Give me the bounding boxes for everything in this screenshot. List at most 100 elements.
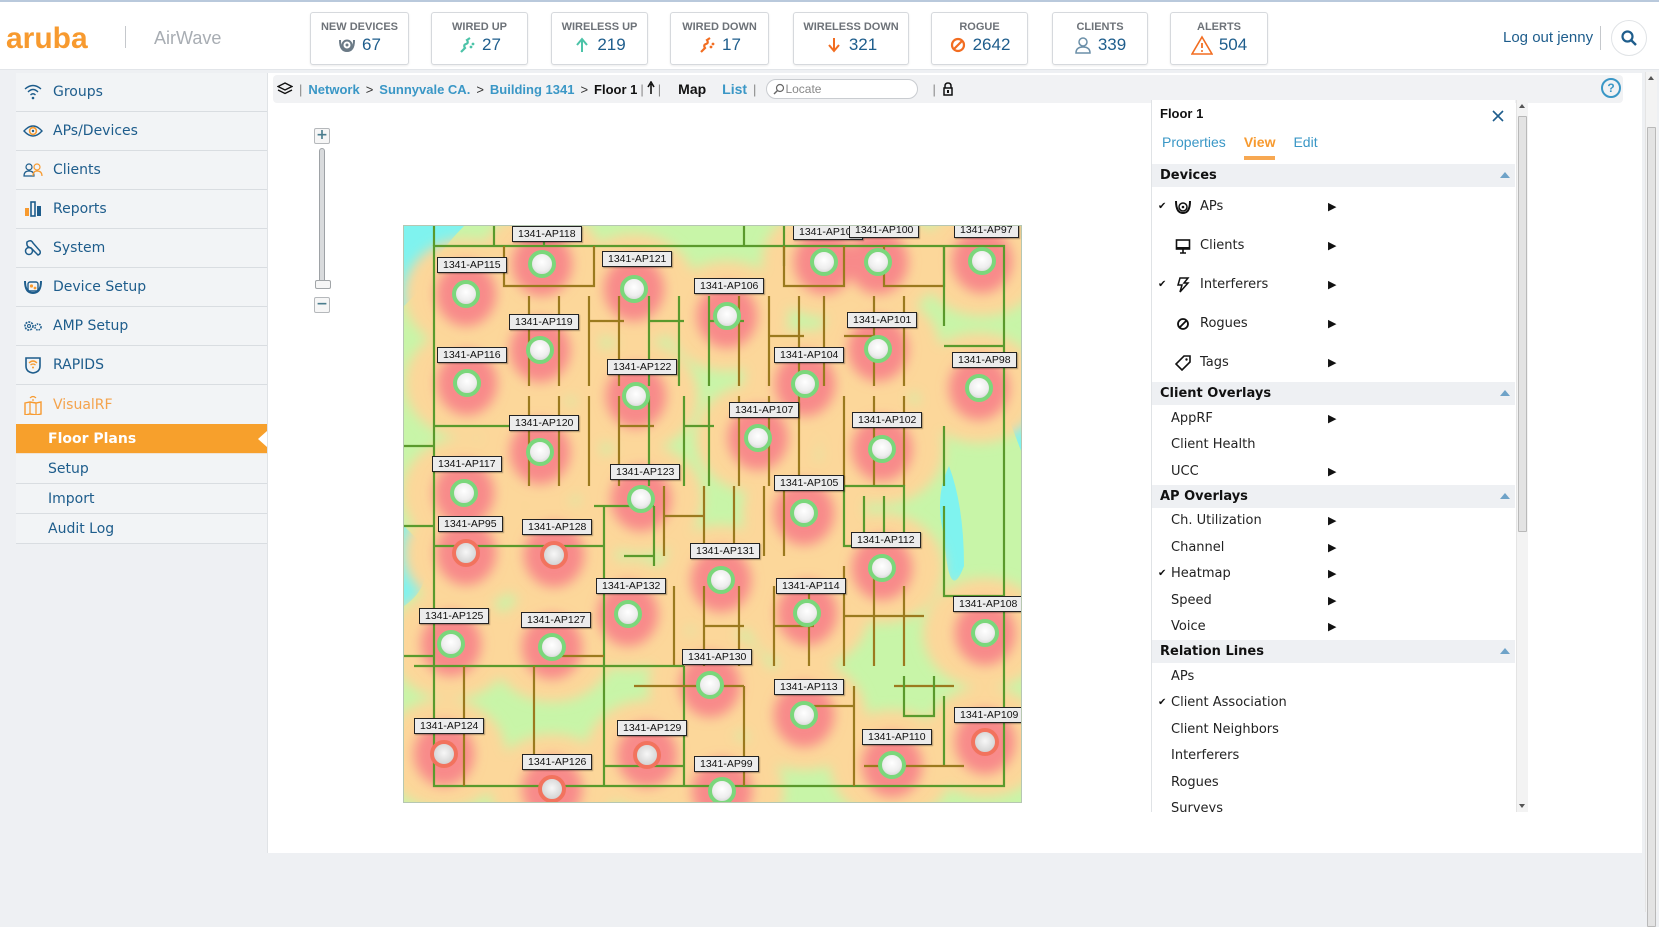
zoom-in-button[interactable]: + (314, 128, 330, 144)
access-point-marker[interactable] (696, 671, 724, 699)
ap-name-label[interactable]: 1341-AP102 (852, 412, 923, 428)
sidebar-item-rapids[interactable]: RAPIDS (16, 346, 267, 385)
ap-name-label[interactable]: 1341-AP113 (774, 679, 844, 695)
access-point-marker[interactable] (864, 335, 892, 363)
access-point-marker[interactable] (528, 250, 556, 278)
zoom-slider-track[interactable] (319, 148, 325, 288)
ap-name-label[interactable]: 1341-AP107 (729, 402, 800, 418)
access-point-marker[interactable] (526, 336, 554, 364)
floor-up-button[interactable] (647, 79, 655, 98)
option-rogues[interactable]: Rogues ▶ (1152, 304, 1515, 343)
sidebar-subitem-audit-log[interactable]: Audit Log (16, 514, 267, 544)
sidebar-subitem-setup[interactable]: Setup (16, 454, 267, 484)
option-rel-rogues[interactable]: Rogues (1152, 769, 1515, 796)
submenu-arrow-icon[interactable]: ▶ (1328, 594, 1336, 607)
access-point-marker[interactable] (791, 370, 819, 398)
option-ch-utilization[interactable]: Ch. Utilization ▶ (1152, 508, 1515, 535)
submenu-arrow-icon[interactable]: ▶ (1328, 200, 1336, 213)
access-point-marker[interactable] (744, 424, 772, 452)
ap-name-label[interactable]: 1341-AP112 (851, 532, 921, 548)
ap-name-label[interactable]: 1341-AP127 (521, 612, 592, 628)
access-point-marker[interactable] (633, 741, 661, 769)
access-point-marker[interactable] (713, 302, 741, 330)
page-scrollbar-thumb[interactable] (1647, 127, 1656, 927)
zoom-slider-handle[interactable] (315, 280, 331, 289)
option-speed[interactable]: Speed ▶ (1152, 587, 1515, 614)
ap-name-label[interactable]: 1341-AP124 (414, 718, 485, 734)
sidebar-item-groups[interactable]: Groups (16, 73, 267, 112)
sidebar-item-amp-setup[interactable]: AMP Setup (16, 307, 267, 346)
collapse-caret-icon[interactable] (1500, 492, 1510, 499)
access-point-marker[interactable] (971, 619, 999, 647)
access-point-marker[interactable] (707, 566, 735, 594)
access-point-marker[interactable] (450, 479, 478, 507)
breadcrumb-network[interactable]: Network (308, 82, 359, 97)
submenu-arrow-icon[interactable]: ▶ (1328, 356, 1336, 369)
option-interferers[interactable]: ✔ Interferers ▶ (1152, 265, 1515, 304)
ap-name-label[interactable]: 1341-AP116 (437, 347, 507, 363)
stat-wireless-up[interactable]: WIRELESS UP 219 (551, 12, 648, 65)
access-point-marker[interactable] (810, 248, 838, 276)
access-point-marker[interactable] (430, 740, 458, 768)
ap-name-label[interactable]: 1341-AP95 (438, 516, 503, 532)
collapse-caret-icon[interactable] (1500, 390, 1510, 396)
option-rel-surveys[interactable]: Surveys (1152, 796, 1515, 812)
tab-list[interactable]: List (722, 81, 747, 97)
logout-link[interactable]: Log out jenny (1503, 29, 1593, 46)
submenu-arrow-icon[interactable]: ▶ (1328, 317, 1336, 330)
ap-name-label[interactable]: 1341-AP115 (437, 257, 507, 273)
ap-name-label[interactable]: 1341-AP110 (862, 729, 932, 745)
submenu-arrow-icon[interactable]: ▶ (1328, 567, 1336, 580)
section-ap-overlays-header[interactable]: AP Overlays (1152, 484, 1515, 508)
sidebar-item-system[interactable]: System (16, 229, 267, 268)
option-clients[interactable]: Clients ▶ (1152, 226, 1515, 265)
collapse-caret-icon[interactable] (1500, 172, 1510, 178)
collapse-caret-icon[interactable] (1500, 648, 1510, 654)
breadcrumb-building[interactable]: Building 1341 (490, 82, 575, 97)
access-point-marker[interactable] (868, 554, 896, 582)
submenu-arrow-icon[interactable]: ▶ (1328, 412, 1336, 425)
stat-alerts[interactable]: ALERTS 504 (1170, 12, 1268, 65)
breadcrumb-sunnyvale[interactable]: Sunnyvale CA. (379, 82, 470, 97)
ap-name-label[interactable]: 1341-AP122 (607, 359, 678, 375)
scroll-up-icon[interactable] (1519, 104, 1525, 108)
access-point-marker[interactable] (708, 777, 736, 802)
access-point-marker[interactable] (878, 751, 906, 779)
ap-name-label[interactable]: 1341-AP101 (847, 312, 918, 328)
panel-scrollbar[interactable] (1516, 100, 1528, 812)
panel-scrollbar-thumb[interactable] (1518, 116, 1527, 532)
option-ucc[interactable]: UCC ▶ (1152, 458, 1515, 485)
ap-name-label[interactable]: 1341-AP131 (690, 543, 761, 559)
submenu-arrow-icon[interactable]: ▶ (1328, 278, 1336, 291)
access-point-marker[interactable] (971, 728, 999, 756)
option-rel-interferers[interactable]: Interferers (1152, 743, 1515, 770)
option-client-health[interactable]: Client Health (1152, 432, 1515, 459)
sidebar-item-clients[interactable]: Clients (16, 151, 267, 190)
option-tags[interactable]: Tags ▶ (1152, 343, 1515, 382)
section-devices-header[interactable]: Devices (1152, 164, 1515, 187)
ap-name-label[interactable]: 1341-AP100 (849, 226, 920, 238)
stat-clients[interactable]: CLIENTS 339 (1052, 12, 1148, 65)
global-search-button[interactable] (1611, 20, 1647, 56)
ap-name-label[interactable]: 1341-AP126 (522, 754, 593, 770)
submenu-arrow-icon[interactable]: ▶ (1328, 465, 1336, 478)
access-point-marker[interactable] (538, 775, 566, 802)
stat-rogue[interactable]: ROGUE 2642 (931, 12, 1028, 65)
ap-name-label[interactable]: 1341-AP114 (776, 578, 846, 594)
access-point-marker[interactable] (453, 369, 481, 397)
sidebar-item-visualrf[interactable]: VisualRF (16, 385, 267, 424)
submenu-arrow-icon[interactable]: ▶ (1328, 514, 1336, 527)
ap-name-label[interactable]: 1341-AP129 (617, 720, 688, 736)
section-relation-lines-header[interactable]: Relation Lines (1152, 640, 1515, 663)
option-heatmap[interactable]: ✔ Heatmap ▶ (1152, 561, 1515, 588)
access-point-marker[interactable] (790, 701, 818, 729)
ap-name-label[interactable]: 1341-AP119 (509, 314, 579, 330)
access-point-marker[interactable] (968, 247, 996, 275)
ap-name-label[interactable]: 1341-AP117 (432, 456, 502, 472)
access-point-marker[interactable] (620, 275, 648, 303)
access-point-marker[interactable] (622, 382, 650, 410)
access-point-marker[interactable] (790, 499, 818, 527)
access-point-marker[interactable] (540, 541, 568, 569)
submenu-arrow-icon[interactable]: ▶ (1328, 620, 1336, 633)
option-rel-client-association[interactable]: ✔ Client Association (1152, 690, 1515, 717)
